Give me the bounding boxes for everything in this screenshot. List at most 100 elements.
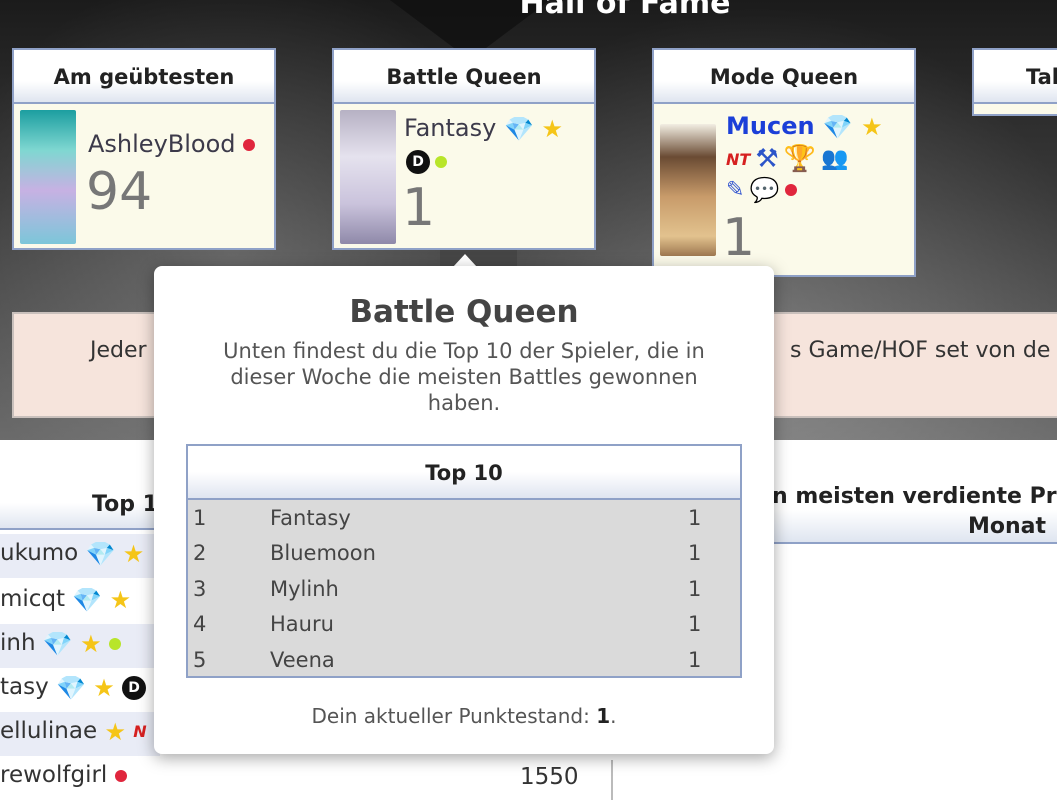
card-score: 1	[722, 208, 756, 268]
table-divider	[611, 760, 613, 800]
star-icon: ★	[80, 629, 102, 658]
table-row[interactable]: ellulinae ★ N	[0, 712, 160, 756]
footer-score: 1	[596, 704, 611, 728]
table-row[interactable]: micqt 💎 ★	[0, 580, 160, 624]
d-badge-icon: D	[406, 150, 430, 174]
card-battle-queen[interactable]: Battle Queen Fantasy 💎 ★ D 1	[332, 48, 596, 250]
row-username[interactable]: rewolfgirl	[0, 762, 107, 788]
row-username[interactable]: Mylinh	[270, 577, 339, 601]
card-fashion-queen: Mode Queen Mucen 💎 ★ NT ⚒ 🏆 👥 ✎ 💬 1	[652, 48, 916, 277]
right-table-title-line1: n meisten verdiente Pr	[772, 484, 1057, 509]
popover-description: Unten findest du die Top 10 der Spieler,…	[223, 339, 705, 415]
badge-row-2: ✎ 💬	[726, 176, 797, 204]
username[interactable]: Fantasy	[404, 114, 496, 142]
diamond-icon: 💎	[503, 115, 534, 143]
card-user-link[interactable]: AshleyBlood	[88, 130, 256, 158]
feather-icon: ✎	[726, 177, 745, 203]
card-title: Mode Queen	[654, 50, 914, 104]
gavel-icon: ⚒	[755, 144, 779, 174]
left-table-header: Top 1	[0, 478, 160, 530]
badge-row: NT ⚒ 🏆 👥	[726, 144, 849, 174]
star-icon: ★	[93, 673, 115, 702]
row-username[interactable]: Veena	[270, 648, 335, 672]
table-row: 2 Bluemoon 1	[188, 535, 740, 570]
diamond-icon: 💎	[42, 629, 73, 658]
table-row: 1 Fantasy 1	[188, 500, 740, 535]
info-text-right: s Game/HOF set von de	[790, 338, 1051, 363]
row-rank: 1	[193, 506, 207, 530]
online-dot-icon	[108, 637, 121, 650]
table-row[interactable]: rewolfgirl 1550	[0, 756, 612, 800]
row-value: 1	[688, 647, 702, 672]
username[interactable]: Mucen	[726, 112, 815, 140]
row-rank: 4	[193, 612, 207, 637]
nt-badge-icon: NT	[726, 149, 751, 169]
users-icon: 👥	[821, 146, 849, 172]
table-row[interactable]: tasy 💎 ★ D	[0, 668, 160, 712]
avatar[interactable]	[340, 110, 396, 244]
row-value: 1	[688, 541, 702, 566]
row-username[interactable]: micqt	[0, 586, 65, 612]
username[interactable]: AshleyBlood	[88, 130, 236, 158]
page-title: Hall of Fame	[519, 0, 731, 21]
star-icon: ★	[861, 113, 883, 141]
diamond-icon: 💎	[72, 585, 103, 614]
row-username[interactable]: tasy	[0, 674, 49, 700]
star-icon: ★	[541, 115, 564, 143]
nt-badge-icon: N	[133, 722, 147, 741]
row-username[interactable]: Hauru	[270, 612, 334, 636]
card-title: Battle Queen	[334, 50, 594, 104]
row-rank: 3	[193, 576, 207, 601]
left-table-title: Top 1	[92, 492, 158, 517]
info-text-left: Jeder	[90, 338, 147, 363]
card-partial: Tal	[972, 48, 1057, 116]
card-user-link[interactable]: Fantasy 💎 ★	[404, 114, 563, 142]
footer-label: Dein aktueller Punktestand:	[311, 704, 597, 728]
star-icon: ★	[104, 717, 126, 746]
star-icon: ★	[109, 585, 132, 614]
popover-footer: Dein aktueller Punktestand: 1.	[154, 704, 774, 728]
diamond-icon: 💎	[56, 673, 86, 702]
card-most-practiced: Am geübtesten AshleyBlood 94	[12, 48, 276, 250]
star-icon: ★	[122, 539, 145, 568]
status-dot-icon	[784, 184, 797, 196]
row-score: 1550	[520, 764, 579, 790]
table-row[interactable]: ukumo 💎 ★	[0, 534, 160, 578]
badge-row: D	[406, 150, 448, 174]
card-title: Am geübtesten	[14, 50, 274, 104]
row-value: 1	[688, 576, 702, 601]
online-dot-icon	[435, 156, 448, 168]
table-row: 4 Hauru 1	[188, 606, 740, 641]
row-username[interactable]: ellulinae	[0, 718, 97, 744]
battle-queen-popover: Battle Queen Unten findest du die Top 10…	[154, 266, 774, 754]
right-table-header: n meisten verdiente Pr Monat	[772, 478, 1057, 544]
row-username[interactable]: inh	[0, 630, 36, 656]
d-badge-icon: D	[122, 675, 147, 700]
row-rank: 5	[193, 647, 207, 672]
diamond-icon: 💎	[822, 113, 853, 141]
row-value: 1	[688, 506, 702, 530]
card-score: 1	[402, 178, 436, 238]
top10-table: Top 10 1 Fantasy 1 2 Bluemoon 1 3 Mylinh…	[186, 444, 742, 678]
table-row: 3 Mylinh 1	[188, 571, 740, 606]
status-dot-icon	[243, 139, 256, 151]
row-value: 1	[688, 612, 702, 637]
diamond-icon: 💎	[85, 539, 116, 568]
row-username[interactable]: ukumo	[0, 540, 78, 566]
row-rank: 2	[193, 541, 207, 566]
right-table-title-line2: Monat	[968, 514, 1047, 539]
row-username[interactable]: Fantasy	[270, 506, 351, 530]
top10-table-title: Top 10	[188, 446, 740, 500]
table-row[interactable]: inh 💎 ★	[0, 624, 160, 668]
chat-bubble-icon: 💬	[749, 176, 780, 204]
footer-suffix: .	[610, 704, 617, 728]
popover-title: Battle Queen	[349, 294, 579, 330]
card-user-link[interactable]: Mucen 💎 ★	[726, 112, 883, 140]
table-row: 5 Veena 1	[188, 642, 740, 677]
card-title: Tal	[974, 50, 1057, 104]
avatar[interactable]	[20, 110, 76, 244]
card-score: 94	[86, 162, 153, 222]
trophy-icon: 🏆	[783, 144, 817, 174]
row-username[interactable]: Bluemoon	[270, 541, 376, 565]
avatar[interactable]	[660, 124, 716, 256]
